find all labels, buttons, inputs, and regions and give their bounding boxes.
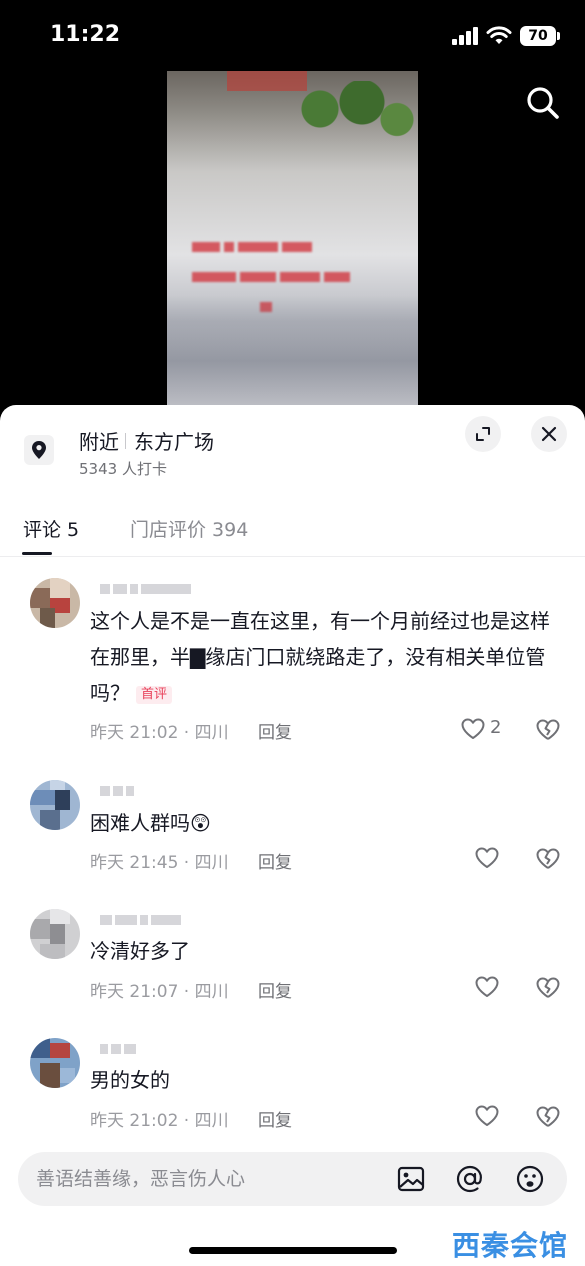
comment-meta: 昨天 21:07 · 四川 — [90, 982, 229, 1002]
tab-comments[interactable]: 评论 5 — [23, 515, 79, 542]
status-bar: 11:22 70 — [0, 0, 585, 72]
location-label: 附近 — [79, 430, 119, 454]
like-button[interactable]: 2 — [460, 717, 520, 743]
broken-heart-icon[interactable] — [535, 1104, 561, 1130]
comment-meta: 昨天 21:45 · 四川 — [90, 853, 229, 873]
expand-button[interactable] — [465, 416, 501, 452]
heart-icon — [475, 976, 499, 997]
reply-button[interactable]: 回复 — [258, 977, 292, 1002]
video-blurred-caption — [192, 237, 392, 252]
comment-text: 困难人群吗😲 — [90, 811, 211, 835]
reply-button[interactable]: 回复 — [258, 1106, 292, 1131]
avatar[interactable] — [30, 780, 80, 830]
status-time: 11:22 — [50, 22, 121, 47]
at-icon[interactable] — [455, 1164, 485, 1194]
like-button[interactable] — [474, 975, 500, 1001]
location-checkins: 5343 人打卡 — [79, 460, 167, 478]
reply-button[interactable]: 回复 — [258, 848, 292, 873]
location-divider — [125, 432, 126, 449]
comment-input-bar — [18, 1152, 567, 1206]
like-button[interactable] — [474, 846, 500, 872]
close-icon — [541, 426, 557, 442]
signal-icon — [452, 27, 480, 45]
tab-store-reviews[interactable]: 门店评价 394 — [130, 515, 248, 542]
username-pixelated[interactable] — [100, 780, 240, 798]
username-pixelated[interactable] — [100, 1038, 240, 1056]
location-title[interactable]: 附近 东方广场 — [79, 426, 214, 455]
like-count: 2 — [490, 717, 502, 738]
heart-icon — [475, 1105, 499, 1126]
broken-heart-icon[interactable] — [535, 975, 561, 1001]
heart-icon — [475, 847, 499, 868]
avatar[interactable] — [30, 578, 80, 628]
active-tab-indicator — [22, 552, 52, 555]
home-indicator — [189, 1247, 397, 1254]
video-blurred-caption — [192, 267, 392, 282]
emoji-icon[interactable] — [515, 1164, 545, 1194]
avatar[interactable] — [30, 909, 80, 959]
search-icon[interactable] — [522, 82, 564, 124]
heart-icon — [461, 718, 485, 739]
comment-meta: 昨天 21:02 · 四川 — [90, 1111, 229, 1131]
avatar[interactable] — [30, 1038, 80, 1088]
location-pin-icon — [24, 435, 54, 465]
video-thumbnail[interactable] — [167, 71, 418, 405]
reply-button[interactable]: 回复 — [258, 718, 292, 743]
comment-text: 冷清好多了 — [90, 939, 190, 963]
comment-tabs: 评论 5 门店评价 394 — [0, 505, 585, 557]
location-name: 东方广场 — [134, 430, 214, 454]
watermark: 西秦会馆 — [452, 1229, 569, 1262]
username-pixelated[interactable] — [100, 578, 240, 596]
comment-text: 男的女的 — [90, 1068, 170, 1092]
video-plants — [278, 81, 418, 151]
comment-text: 这个人是不是一直在这里，有一个月前经过也是这样在那里，半▇缘店门口就绕路走了，没… — [90, 603, 560, 711]
video-shadow — [167, 295, 418, 405]
expand-icon — [476, 427, 490, 441]
first-comment-badge: 首评 — [136, 685, 173, 704]
comment-meta: 昨天 21:02 · 四川 — [90, 723, 229, 743]
broken-heart-icon[interactable] — [535, 846, 561, 872]
like-button[interactable] — [474, 1104, 500, 1130]
username-pixelated[interactable] — [100, 909, 240, 927]
comment-input[interactable] — [36, 1152, 386, 1206]
image-icon[interactable] — [396, 1164, 426, 1194]
wifi-icon — [486, 26, 512, 44]
close-button[interactable] — [531, 416, 567, 452]
battery-indicator: 70 — [520, 26, 560, 46]
broken-heart-icon[interactable] — [535, 717, 561, 743]
